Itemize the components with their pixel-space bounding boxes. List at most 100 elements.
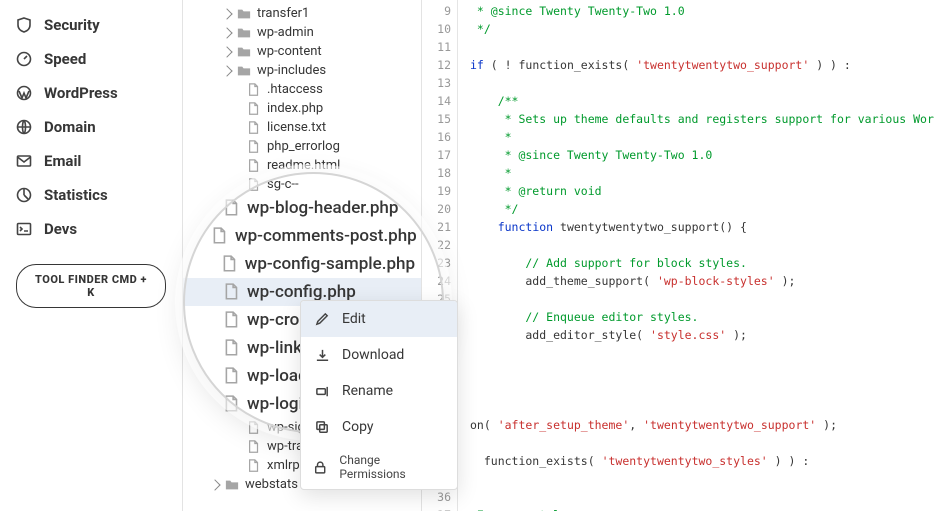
code-line: function_exists( 'twentytwentytwo_styles… bbox=[470, 452, 930, 470]
code-line: if ( ! function_exists( 'twentytwentytwo… bbox=[470, 56, 930, 74]
sidebar-item-domain[interactable]: Domain bbox=[16, 110, 166, 144]
folder-wp-includes[interactable]: wp-includes bbox=[183, 61, 421, 80]
file-readme.html[interactable]: readme.html bbox=[183, 156, 421, 175]
ctx-edit[interactable]: Edit bbox=[301, 301, 457, 337]
ctx-label: Edit bbox=[342, 311, 366, 327]
sidebar-item-statistics[interactable]: Statistics bbox=[16, 178, 166, 212]
ctx-change-permissions[interactable]: Change Permissions bbox=[301, 445, 457, 489]
globe-icon bbox=[16, 119, 32, 135]
tool-finder-button[interactable]: TOOL FINDER CMD + K bbox=[16, 264, 166, 308]
folder-icon bbox=[237, 7, 251, 21]
code-line bbox=[470, 434, 930, 452]
file-icon bbox=[221, 255, 239, 273]
file-label: php_errorlog bbox=[267, 139, 340, 154]
file-label: wp-load bbox=[247, 366, 308, 386]
file-label: sg-c-- bbox=[267, 177, 299, 192]
download-icon bbox=[315, 348, 330, 363]
sidebar-item-label: Devs bbox=[44, 220, 77, 238]
file-icon bbox=[211, 227, 229, 245]
code-line: // Enqueue editor styles. bbox=[470, 308, 930, 326]
folder-label: wp-content bbox=[257, 44, 322, 59]
file-icon bbox=[223, 395, 241, 413]
folder-wp-content[interactable]: wp-content bbox=[183, 42, 421, 61]
file-icon bbox=[247, 178, 261, 192]
file-.htaccess[interactable]: .htaccess bbox=[183, 80, 421, 99]
code-line bbox=[470, 344, 930, 362]
context-menu: Edit Download Rename Copy Change Permissions bbox=[300, 300, 458, 490]
folder-icon bbox=[237, 64, 251, 78]
pencil-icon bbox=[315, 312, 330, 327]
sidebar: SecuritySpeedWordPress Domain Email Statist… bbox=[0, 0, 182, 511]
terminal-icon bbox=[16, 221, 32, 237]
code-line: */ bbox=[470, 200, 930, 218]
lock-icon bbox=[313, 460, 327, 475]
file-label: readme.html bbox=[267, 158, 340, 173]
file-icon bbox=[247, 83, 261, 97]
file-license.txt[interactable]: license.txt bbox=[183, 118, 421, 137]
code-line bbox=[470, 290, 930, 308]
gauge-icon bbox=[16, 51, 32, 67]
code-line: * @since Twenty Twenty-Two 1.0 bbox=[470, 146, 930, 164]
file-icon bbox=[223, 367, 241, 385]
file-label: license.txt bbox=[267, 120, 326, 135]
folder-icon bbox=[237, 26, 251, 40]
file-icon bbox=[247, 121, 261, 135]
folder-wp-admin[interactable]: wp-admin bbox=[183, 23, 421, 42]
folder-label: webstats bbox=[245, 477, 298, 492]
file-label: wp-comments-post.php bbox=[235, 226, 417, 246]
file-label: index.php bbox=[267, 101, 323, 116]
file-label: .htaccess bbox=[267, 82, 323, 97]
ctx-label: Copy bbox=[342, 419, 374, 435]
code-line: on( 'after_setup_theme', 'twentytwentytw… bbox=[470, 416, 930, 434]
ctx-download[interactable]: Download bbox=[301, 337, 457, 373]
sidebar-item-wordpress[interactable]: WordPress bbox=[16, 76, 166, 110]
folder-transfer1[interactable]: transfer1 bbox=[183, 4, 421, 23]
sidebar-item-speed[interactable]: Speed bbox=[16, 42, 166, 76]
ctx-rename[interactable]: Rename bbox=[301, 373, 457, 409]
sidebar-item-email[interactable]: Email bbox=[16, 144, 166, 178]
file-icon bbox=[247, 440, 261, 454]
ctx-label: Change Permissions bbox=[339, 453, 445, 481]
file-icon bbox=[223, 311, 241, 329]
file-wp-blog-header.php[interactable]: wp-blog-header.php bbox=[183, 194, 421, 222]
chart-icon bbox=[16, 187, 32, 203]
folder-label: transfer1 bbox=[257, 6, 309, 21]
ctx-copy[interactable]: Copy bbox=[301, 409, 457, 445]
code-line bbox=[470, 74, 930, 92]
code-editor: 9 10 11 12 13 14 15 16 17 18 19 20 21 22… bbox=[422, 0, 934, 511]
code-line: * @return void bbox=[470, 182, 930, 200]
file-index.php[interactable]: index.php bbox=[183, 99, 421, 118]
wordpress-icon bbox=[16, 85, 32, 101]
file-icon bbox=[223, 283, 241, 301]
code-line: function twentytwentytwo_support() { bbox=[470, 218, 930, 236]
file-label: wp-blog-header.php bbox=[247, 198, 398, 218]
code-lines[interactable]: * @since Twenty Twenty-Two 1.0 */ if ( !… bbox=[458, 0, 934, 511]
file-label: wp-logi bbox=[247, 394, 303, 414]
copy-icon bbox=[315, 420, 330, 435]
code-line: * bbox=[470, 128, 930, 146]
folder-label: wp-includes bbox=[257, 63, 326, 78]
file-icon bbox=[247, 421, 261, 435]
file-icon bbox=[223, 339, 241, 357]
sidebar-item-label: Domain bbox=[44, 118, 96, 136]
file-sg-c--[interactable]: sg-c-- bbox=[183, 175, 421, 194]
code-line bbox=[470, 488, 930, 506]
chevron-right-icon bbox=[221, 65, 232, 76]
file-icon bbox=[223, 199, 241, 217]
chevron-right-icon bbox=[209, 479, 220, 490]
file-wp-config-sample.php[interactable]: wp-config-sample.php bbox=[183, 250, 421, 278]
file-label: wp-config.php bbox=[247, 282, 356, 302]
code-line: */ bbox=[470, 20, 930, 38]
file-php_errorlog[interactable]: php_errorlog bbox=[183, 137, 421, 156]
sidebar-item-security[interactable]: Security bbox=[16, 8, 166, 42]
file-wp-comments-post.php[interactable]: wp-comments-post.php bbox=[183, 222, 421, 250]
file-icon bbox=[247, 159, 261, 173]
code-line: /** bbox=[470, 92, 930, 110]
ctx-label: Download bbox=[342, 347, 404, 363]
sidebar-item-label: Email bbox=[44, 152, 81, 170]
code-line bbox=[470, 38, 930, 56]
code-line: add_theme_support( 'wp-block-styles' ); bbox=[470, 272, 930, 290]
code-line bbox=[470, 398, 930, 416]
sidebar-item-devs[interactable]: Devs bbox=[16, 212, 166, 246]
chevron-right-icon bbox=[221, 27, 232, 38]
